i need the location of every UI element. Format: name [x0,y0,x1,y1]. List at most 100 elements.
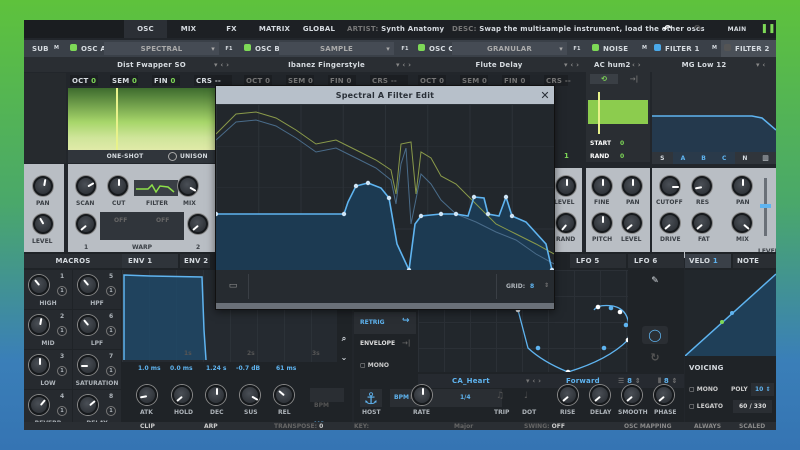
grid-stepper[interactable]: ⇕ [544,282,549,289]
osc-b-preset-nav[interactable]: ▾ ‹ › [396,61,411,69]
osc-c-preset[interactable]: Flute Delay [414,57,584,72]
osc-c-type-dropdown[interactable]: GRANULAR ▾ [452,42,567,55]
atk-knob[interactable] [137,385,157,405]
swing-field[interactable]: SWING: OFF [524,423,565,430]
osc-c-preset-nav[interactable]: ▾ ‹ › [564,61,579,69]
res-knob[interactable] [692,176,712,196]
redo-icon[interactable]: ↷ [682,20,714,38]
delay-knob[interactable] [590,385,610,405]
retrig-button[interactable]: RETRIG ↪ [354,312,416,334]
level-slider[interactable] [760,178,771,236]
main-button[interactable]: MAIN [717,20,757,38]
spectral-filter-graph[interactable] [213,104,555,273]
hold-knob[interactable] [172,385,192,405]
osc-a-sem[interactable]: SEM 0 [110,75,138,86]
velocity-graph[interactable] [684,270,776,357]
osc-b-type-dropdown[interactable]: SAMPLE ▾ [279,42,394,55]
osc-c-toggle[interactable]: OSC C [418,44,454,53]
spectrogram-display[interactable] [68,88,228,150]
filter1-display[interactable] [652,72,776,152]
always-checkbox[interactable]: ALWAYS [694,423,721,430]
sub-label[interactable]: SUB [32,45,49,53]
tab-global[interactable]: GLOBAL [296,20,342,38]
clip-button[interactable]: CLIP [140,423,155,430]
play-to-end-icon[interactable]: →| [622,74,646,84]
loop-icon[interactable]: ⟲ [590,74,618,84]
filter1-mute[interactable]: M [712,45,717,51]
noise-toggle[interactable]: NOISE [592,44,628,53]
filter1-preset-nav[interactable]: ▾ ‹ [756,61,765,69]
tab-env-1[interactable]: ENV 1 [122,254,178,268]
velocity-curve[interactable] [684,270,776,357]
rise-knob[interactable] [558,385,578,405]
one-shot-dropdown[interactable]: ONE-SHOT [86,150,164,163]
envelope-mode-button[interactable]: ENVELOPE →| [354,334,416,354]
unison-button[interactable]: UNISON [180,153,208,160]
legato-checkbox[interactable]: ▢ LEGATO [689,403,723,410]
fat-knob[interactable] [692,213,712,233]
filter2-toggle[interactable]: FILTER 2 [721,40,776,57]
pan-knob[interactable] [732,176,752,196]
level-knob[interactable] [33,214,53,234]
lfo-point[interactable] [595,304,601,310]
chevron-down-icon[interactable]: ⌄ [337,350,351,364]
osc-b-led[interactable] [244,44,251,51]
dot-icon[interactable]: ♩ [524,391,528,401]
filter-control-point[interactable] [485,211,491,217]
tab-env-2[interactable]: ENV 2 [180,254,210,268]
undo-icon[interactable]: ↶ [652,20,682,38]
bpm-option[interactable]: BPM [394,394,409,401]
lfo-point[interactable] [535,345,541,351]
osc-a-preset-nav[interactable]: ▾ ‹ › [214,61,229,69]
mix-knob[interactable] [178,176,198,196]
osc-a-fin[interactable]: FIN 0 [152,75,180,86]
rel-knob[interactable] [274,385,294,405]
noise-preset[interactable]: AC hum2 [594,61,631,69]
osc-a-led[interactable] [70,44,77,51]
osc-a-toggle[interactable]: OSC A [70,44,106,53]
artist-field[interactable]: ARTIST: Synth Anatomy [347,25,444,33]
osc-c-fx-button[interactable]: F1 [570,42,584,55]
filter-control-point[interactable] [418,213,424,219]
filter-control-point[interactable] [365,180,371,186]
osc-b-preset[interactable]: Ibanez Fingerstyle [244,57,409,72]
osc-b-fx-button[interactable]: F1 [398,42,412,55]
direction-selector[interactable]: Forward [566,377,600,385]
filter1-toggle[interactable]: FILTER 1 [654,44,700,53]
bpm-option[interactable]: BPM [314,402,329,409]
rand-value[interactable]: 0 [620,153,624,160]
filter-control-point[interactable] [438,211,444,217]
pan-knob[interactable] [33,176,53,196]
macro-knob[interactable] [78,355,98,375]
scaled-checkbox[interactable]: SCALED [739,423,765,430]
tab-velo[interactable]: VELO 1 [685,254,731,268]
unison-toggle-icon[interactable] [168,152,177,161]
level-knob[interactable] [622,213,642,233]
filter-preview[interactable] [134,180,178,196]
route-osc-b[interactable]: B [693,152,715,164]
folder-icon[interactable]: ▭ [224,278,242,294]
mix-knob[interactable] [732,213,752,233]
rand-knob[interactable] [556,213,576,233]
shape-nav[interactable]: ▾ ‹ › [526,377,541,385]
macro-knob[interactable] [78,275,98,295]
cutoff-knob[interactable] [660,176,680,196]
osc-a-fx-button[interactable]: F1 [222,42,236,55]
tab-osc[interactable]: OSC [124,20,167,38]
macro-mod-badge[interactable]: 1 [106,286,116,296]
scale-dropdown[interactable]: Major [454,423,473,430]
pan-knob[interactable] [622,176,642,196]
filter1-led[interactable] [654,44,661,51]
fine-knob[interactable] [592,176,612,196]
route-noise[interactable]: N [735,152,756,164]
osc-a-oct[interactable]: OCT 0 [70,75,98,86]
tab-matrix[interactable]: MATRIX [253,20,296,38]
smooth-mode-icon[interactable]: ◯ [642,326,668,344]
start-value[interactable]: 0 [620,140,624,147]
arp-button[interactable]: ARP [204,423,218,430]
macro-mod-badge[interactable]: 1 [57,406,67,416]
rate-value[interactable]: 1/4 [460,394,471,401]
warp-2-mode[interactable]: OFF [156,217,169,224]
keyboard-icon[interactable]: ▥ [755,152,776,164]
filter-control-point[interactable] [386,195,392,201]
